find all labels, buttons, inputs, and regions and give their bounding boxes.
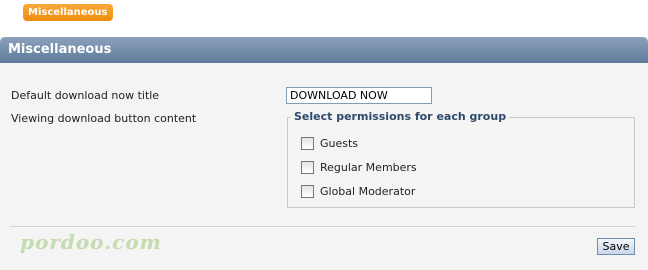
watermark: pordoo.com	[20, 230, 162, 254]
permissions-legend: Select permissions for each group	[291, 110, 510, 123]
global-moderator-label: Global Moderator	[320, 185, 416, 198]
guests-checkbox[interactable]	[301, 137, 314, 150]
download-title-label: Default download now title	[11, 89, 160, 102]
save-button[interactable]: Save	[597, 238, 635, 255]
panel-title: Miscellaneous	[0, 37, 648, 63]
regular-members-checkbox[interactable]	[301, 161, 314, 174]
settings-panel: Miscellaneous Default download now title…	[0, 37, 648, 270]
global-moderator-checkbox[interactable]	[301, 185, 314, 198]
tab-miscellaneous[interactable]: Miscellaneous	[23, 4, 113, 21]
guests-label: Guests	[320, 137, 359, 150]
permissions-fieldset: Select permissions for each group Guests…	[287, 110, 635, 208]
regular-members-label: Regular Members	[320, 161, 417, 174]
download-title-input[interactable]	[286, 87, 432, 104]
button-content-label: Viewing download button content	[11, 112, 197, 125]
divider	[10, 226, 636, 227]
